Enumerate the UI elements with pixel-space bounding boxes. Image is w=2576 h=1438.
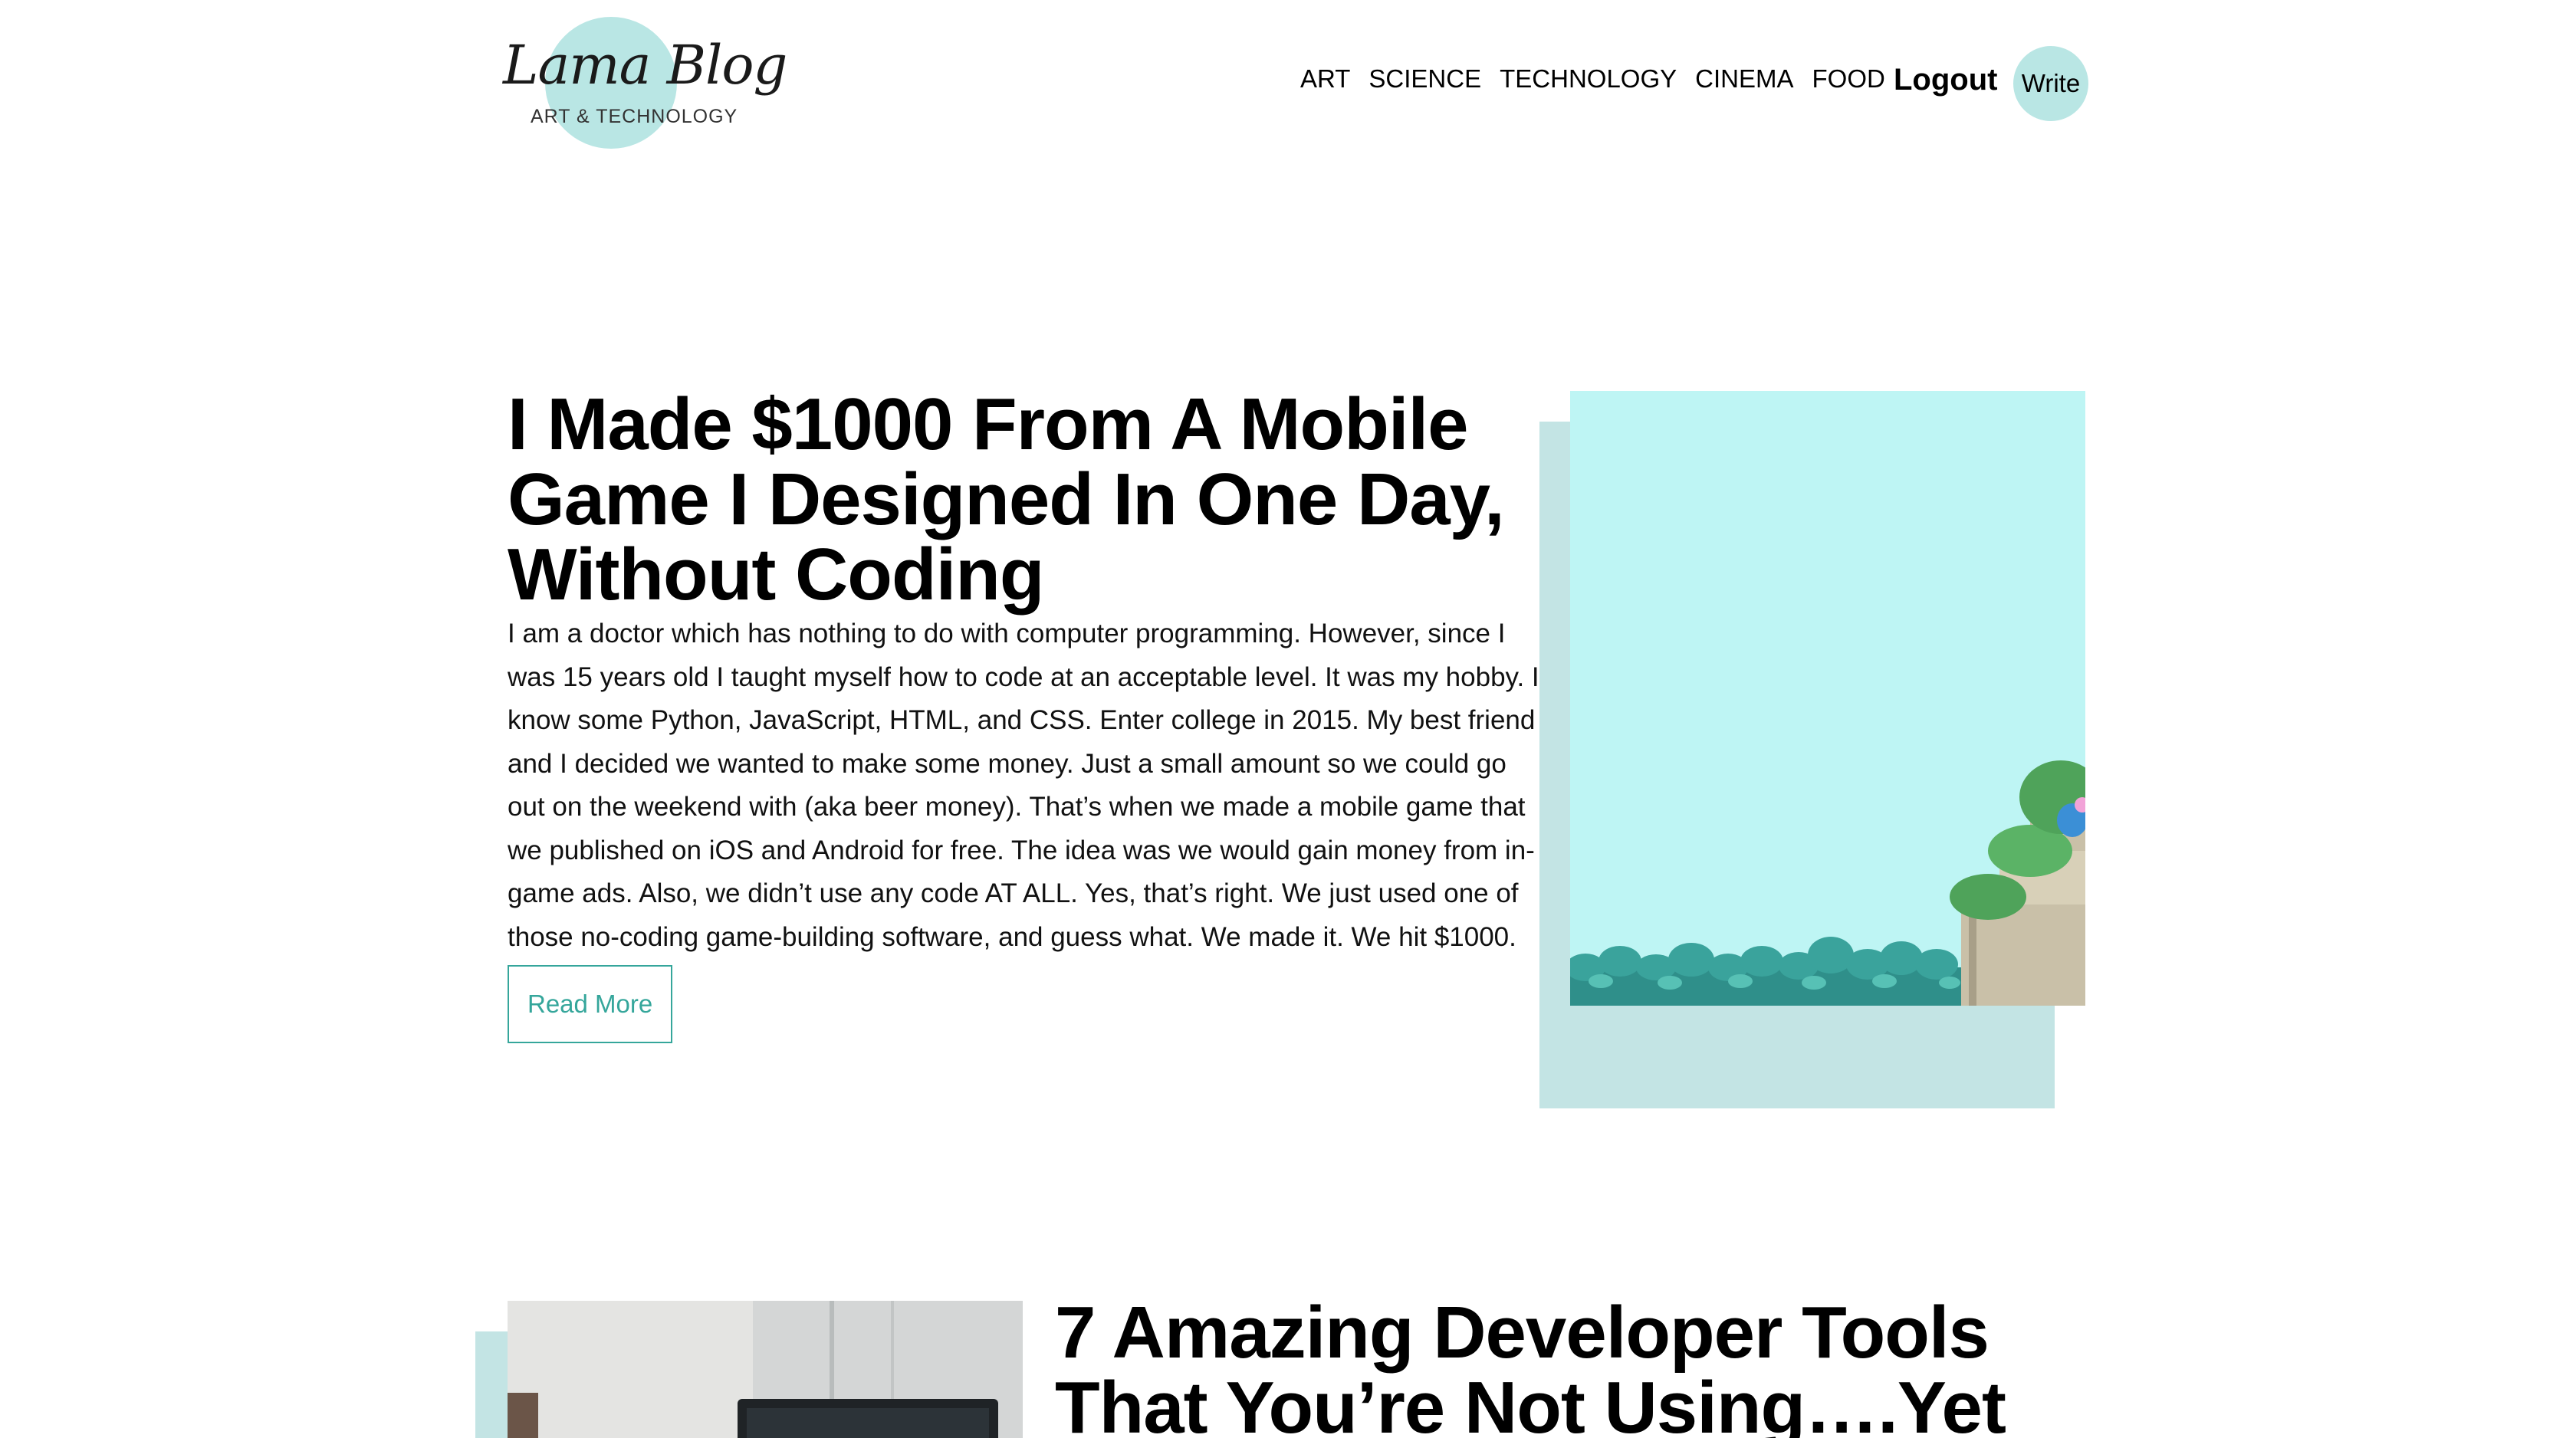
logout-button[interactable]: Logout	[1894, 63, 1998, 97]
read-more-button[interactable]: Read More	[508, 965, 673, 1043]
write-button[interactable]: Write	[2013, 46, 2088, 121]
logo-title: Lama Blog	[503, 34, 787, 97]
post-image[interactable]	[1570, 391, 2085, 1006]
post-content: 7 Amazing Developer Tools That You’re No…	[1055, 1295, 2067, 1438]
write-button-label: Write	[2021, 69, 2081, 97]
page: Lama Blog ART & TECHNOLOGY ART SCIENCE T…	[0, 0, 2576, 1438]
nav-link-art[interactable]: ART	[1300, 64, 1350, 94]
logo-subtitle: ART & TECHNOLOGY	[531, 106, 738, 127]
nav-link-science[interactable]: SCIENCE	[1368, 64, 1481, 94]
post-title[interactable]: I Made $1000 From A Mobile Game I Design…	[508, 387, 1550, 612]
game-scene-illustration	[1570, 391, 2085, 1006]
desk-photo-illustration	[508, 1301, 1023, 1438]
nav-link-technology[interactable]: TECHNOLOGY	[1500, 64, 1677, 94]
category-nav: ART SCIENCE TECHNOLOGY CINEMA FOOD	[1300, 64, 1885, 94]
nav-link-cinema[interactable]: CINEMA	[1695, 64, 1793, 94]
blog-logo[interactable]: Lama Blog ART & TECHNOLOGY	[503, 17, 787, 155]
post-description: I am a doctor which has nothing to do wi…	[508, 619, 1539, 952]
nav-link-food[interactable]: FOOD	[1812, 64, 1885, 94]
post-content: I Made $1000 From A Mobile Game I Design…	[508, 387, 1550, 1043]
post-image[interactable]	[508, 1301, 1023, 1438]
post-title[interactable]: 7 Amazing Developer Tools That You’re No…	[1055, 1295, 2067, 1438]
